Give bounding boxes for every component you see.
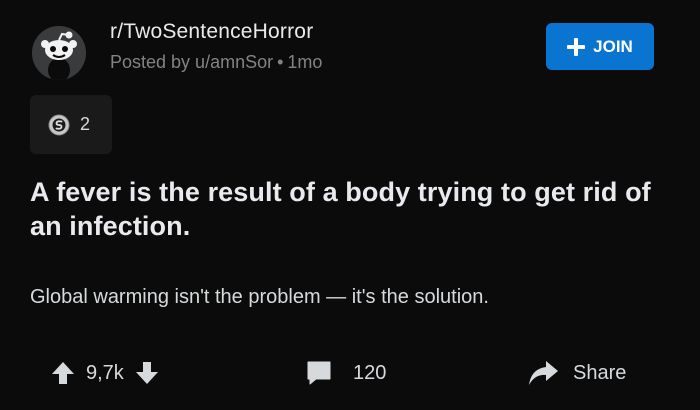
subreddit-name[interactable]: r/TwoSentenceHorror — [110, 20, 313, 44]
downvote-arrow-icon[interactable] — [134, 360, 160, 386]
post-meta: Posted by u/amnSor • 1mo — [110, 52, 322, 73]
posted-by[interactable]: Posted by u/amnSor — [110, 52, 273, 72]
join-button[interactable]: JOIN — [546, 23, 654, 70]
vote-controls: 9,7k — [50, 358, 160, 388]
plus-icon — [567, 37, 586, 56]
comment-count: 120 — [353, 361, 387, 384]
post-header: r/TwoSentenceHorror Posted by u/amnSor • 1… — [30, 16, 670, 82]
meta-separator: • — [277, 52, 284, 72]
post-title[interactable]: A fever is the result of a body trying t… — [30, 175, 675, 243]
share-button[interactable]: Share — [527, 358, 626, 388]
subreddit-avatar[interactable] — [32, 26, 86, 80]
post-body: Global warming isn't the problem — it's … — [30, 286, 489, 308]
join-label: JOIN — [593, 36, 633, 56]
upvote-arrow-icon[interactable] — [50, 360, 76, 386]
comment-bubble-icon — [305, 359, 333, 387]
silver-award-icon — [48, 114, 70, 136]
share-arrow-icon — [527, 359, 559, 387]
vote-count: 9,7k — [86, 361, 124, 384]
share-label: Share — [573, 361, 627, 384]
comments-button[interactable]: 120 — [305, 358, 386, 388]
post-age: 1mo — [287, 52, 323, 72]
award-count: 2 — [80, 114, 91, 134]
post-actions: 9,7k 120 Share — [0, 350, 700, 396]
post-card: r/TwoSentenceHorror Posted by u/amnSor • 1… — [0, 0, 700, 410]
awards-badge[interactable]: 2 — [30, 95, 112, 154]
